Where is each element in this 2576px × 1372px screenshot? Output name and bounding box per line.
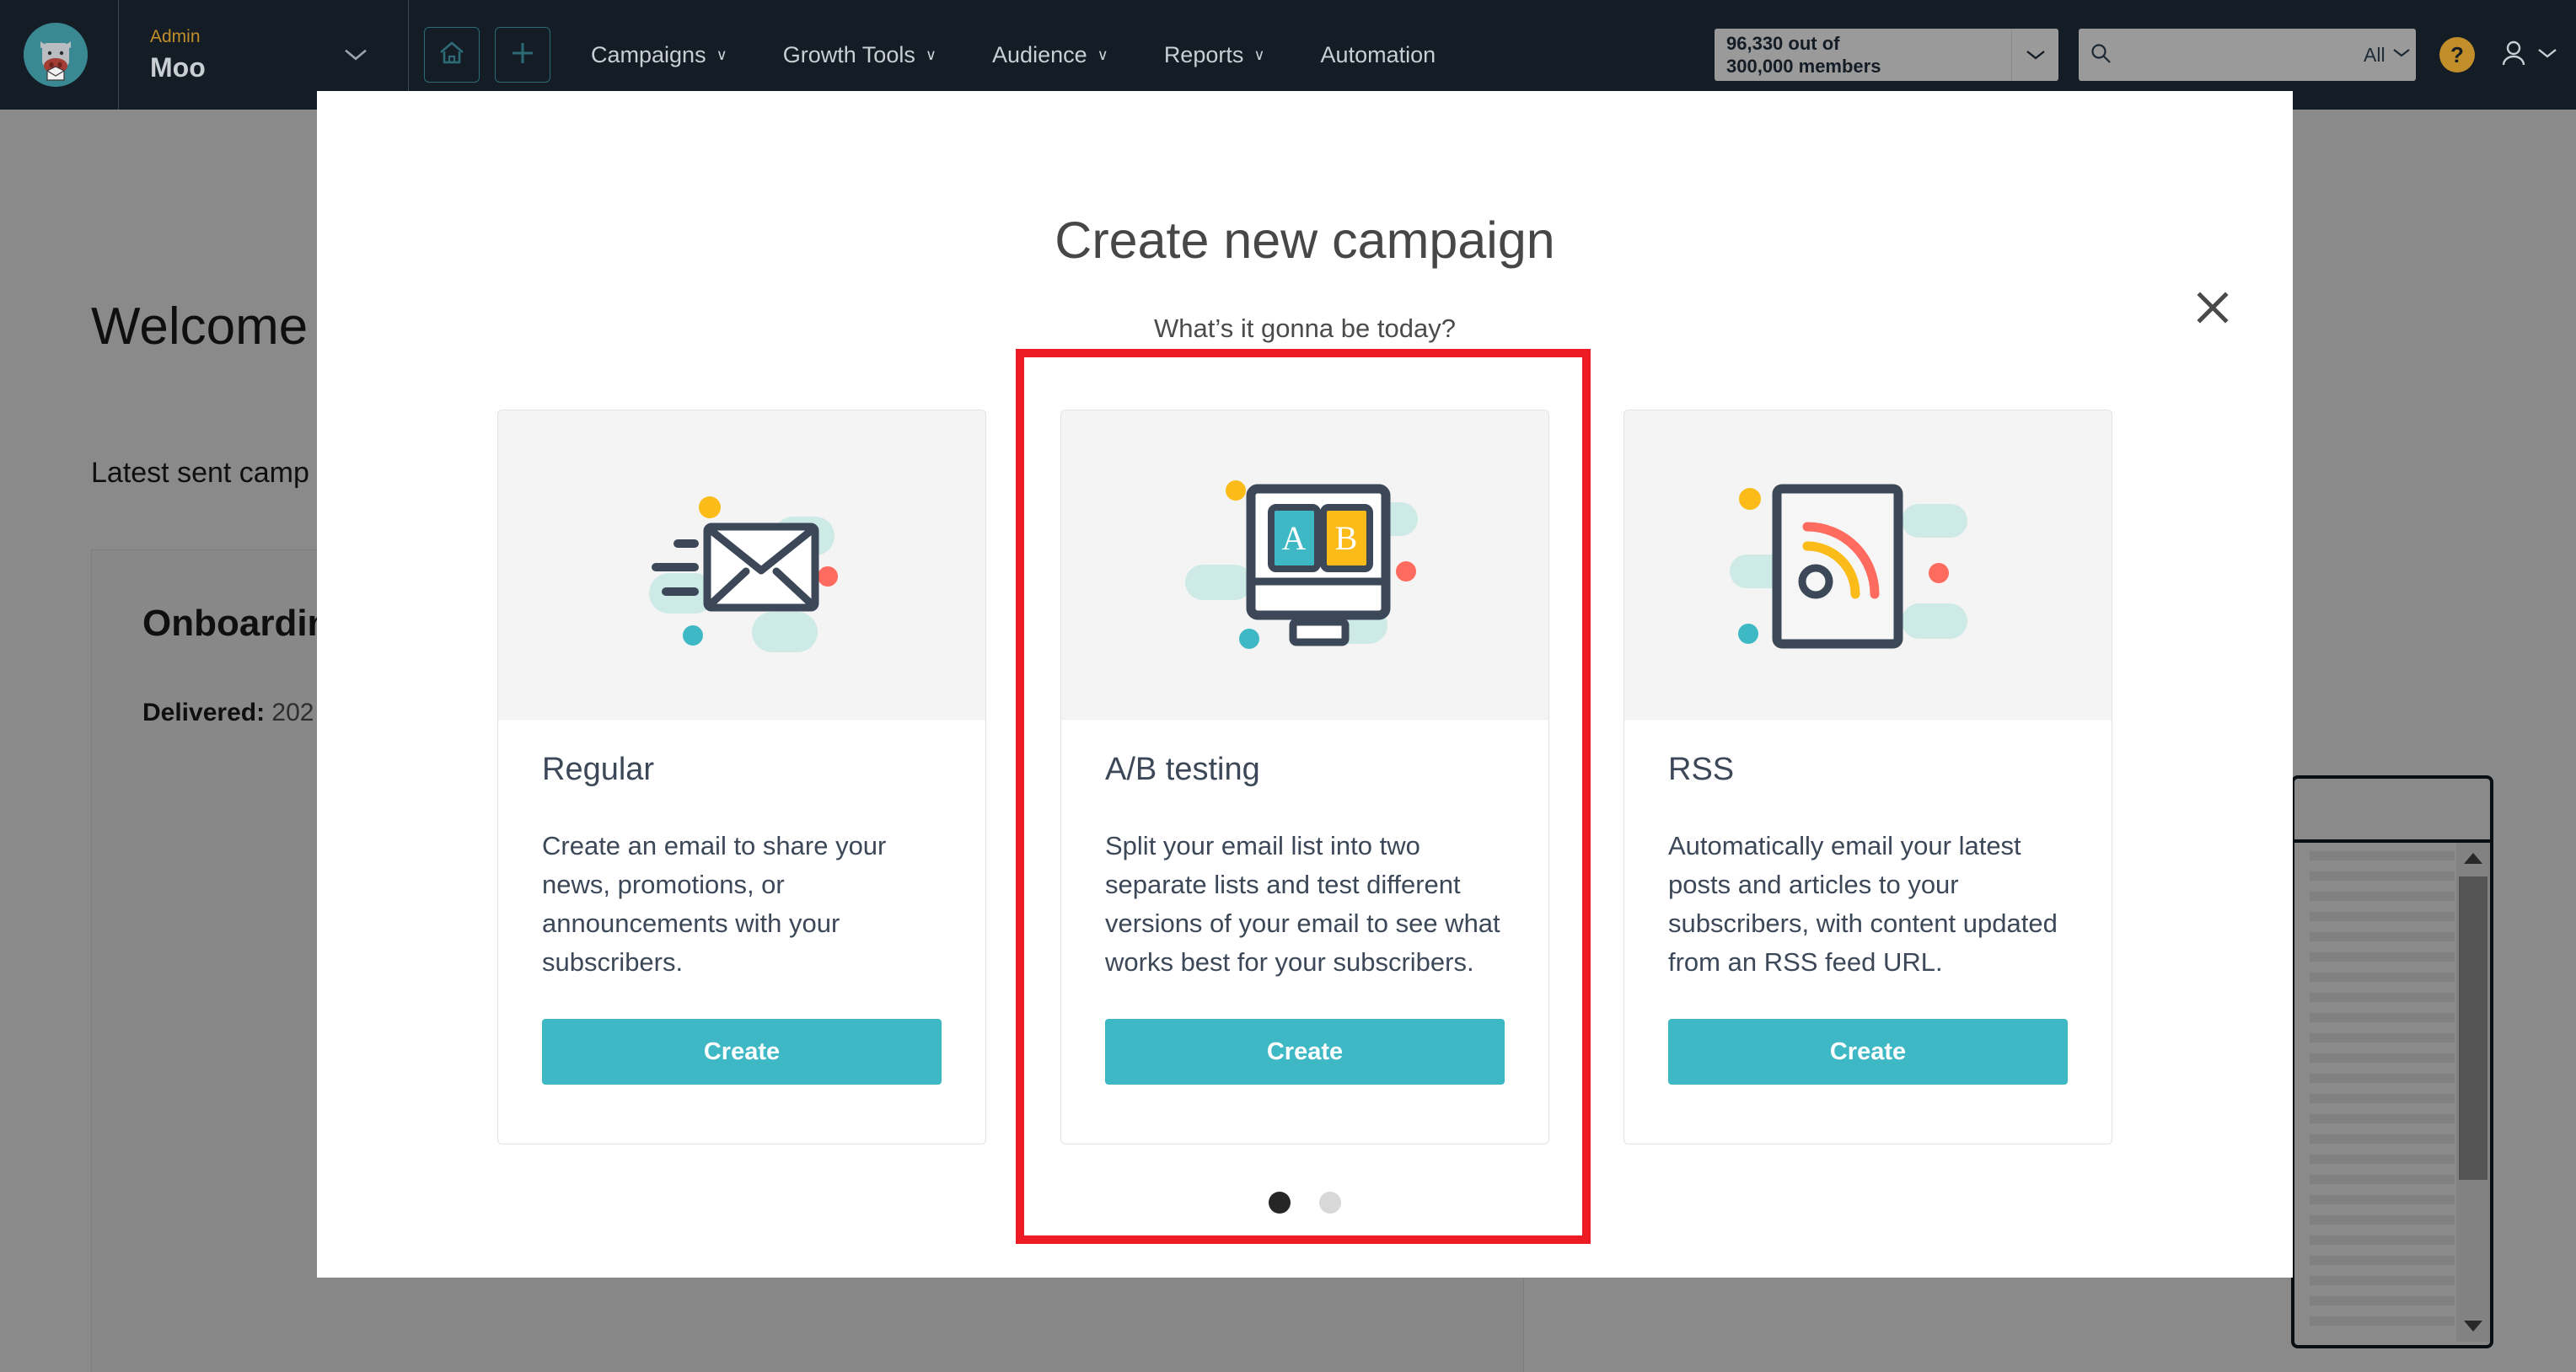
create-campaign-modal: Create new campaign What’s it gonna be t…: [317, 91, 2293, 1278]
nav-label: Campaigns: [591, 41, 706, 67]
member-quota-selector[interactable]: 96,330 out of 300,000 members: [1715, 29, 2058, 81]
close-icon: [2193, 288, 2232, 331]
app-root: Welcome b Latest sent camp Onboardin Del…: [0, 0, 2576, 1372]
campaign-type-card-regular[interactable]: Regular Create an email to share your ne…: [497, 410, 986, 1144]
create-new-button[interactable]: [495, 27, 550, 83]
chevron-down-icon[interactable]: [2392, 47, 2411, 62]
nav-item-reports[interactable]: Reports ∨: [1164, 42, 1265, 68]
nav-item-growth-tools[interactable]: Growth Tools ∨: [783, 42, 936, 68]
card-body: RSS Automatically email your latest post…: [1624, 720, 2112, 1144]
home-button[interactable]: [424, 27, 480, 83]
chevron-down-icon[interactable]: [343, 47, 368, 67]
nav-label: Reports: [1163, 41, 1244, 67]
carousel-dot-inactive[interactable]: [1319, 1192, 1341, 1214]
member-quota-line1: 96,330 out of: [1726, 32, 1840, 54]
search-input[interactable]: [2121, 44, 2364, 66]
campaign-type-card-ab-testing[interactable]: A B A/B testing Split your email list in…: [1060, 410, 1549, 1144]
modal-title: Create new campaign: [1055, 212, 1555, 269]
nav-right-cluster: 96,330 out of 300,000 members All ?: [1715, 29, 2557, 81]
brand-divider: [118, 0, 119, 110]
card-description: Split your email list into two separate …: [1105, 831, 1500, 977]
user-icon: [2500, 39, 2527, 72]
card-description: Create an email to share your news, prom…: [542, 831, 887, 977]
account-labels: Admin Moo: [150, 27, 206, 83]
svg-text:A: A: [1282, 519, 1307, 557]
chevron-down-icon: ∨: [1097, 46, 1108, 63]
nav-item-audience[interactable]: Audience ∨: [992, 42, 1108, 68]
account-role: Admin: [150, 26, 201, 46]
ab-monitor-illustration: A B: [1061, 410, 1548, 720]
chevron-down-icon[interactable]: [2537, 47, 2557, 63]
card-title: A/B testing: [1105, 752, 1260, 787]
close-modal-button[interactable]: [2190, 287, 2235, 332]
nav-item-automation[interactable]: Automation: [1321, 42, 1436, 68]
user-menu[interactable]: [2500, 39, 2557, 72]
search-scope-label[interactable]: All: [2364, 44, 2385, 67]
create-button-ab-testing[interactable]: Create: [1105, 1019, 1505, 1085]
carousel-dot-active[interactable]: [1269, 1192, 1291, 1214]
chevron-down-icon: ∨: [716, 46, 727, 63]
campaign-type-cards: Regular Create an email to share your ne…: [317, 410, 2293, 1144]
home-icon: [437, 38, 467, 72]
search-icon: [2089, 41, 2112, 69]
nav-label: Automation: [1320, 41, 1436, 67]
card-title: RSS: [1668, 752, 1735, 787]
card-title: Regular: [542, 752, 655, 787]
cow-avatar-icon: [24, 23, 88, 87]
member-quota-line2: 300,000 members: [1726, 56, 1881, 77]
card-description: Automatically email your latest posts an…: [1668, 831, 2058, 977]
rss-page-illustration: [1624, 410, 2112, 720]
chevron-down-icon[interactable]: [2011, 29, 2058, 81]
member-quota-text: 96,330 out of 300,000 members: [1715, 29, 2011, 81]
help-button[interactable]: ?: [2439, 37, 2475, 72]
create-button-rss[interactable]: Create: [1668, 1019, 2068, 1085]
card-body: Regular Create an email to share your ne…: [498, 720, 985, 1144]
plus-icon: [508, 39, 537, 72]
campaign-type-card-rss[interactable]: RSS Automatically email your latest post…: [1623, 410, 2112, 1144]
envelope-illustration: [498, 410, 985, 720]
nav-label: Audience: [992, 41, 1087, 67]
chevron-down-icon: ∨: [925, 46, 937, 63]
primary-nav-links: Campaigns ∨ Growth Tools ∨ Audience ∨ Re…: [591, 42, 1491, 68]
carousel-pagination: [317, 1192, 2293, 1214]
card-body: A/B testing Split your email list into t…: [1061, 720, 1548, 1144]
account-name: Moo: [150, 51, 206, 83]
create-button-regular[interactable]: Create: [542, 1019, 942, 1085]
modal-subtitle: What’s it gonna be today?: [1154, 314, 1456, 343]
global-search[interactable]: All: [2079, 29, 2416, 81]
svg-text:B: B: [1335, 519, 1358, 557]
nav-label: Growth Tools: [782, 41, 915, 67]
chevron-down-icon: ∨: [1253, 46, 1265, 63]
nav-item-campaigns[interactable]: Campaigns ∨: [591, 42, 727, 68]
